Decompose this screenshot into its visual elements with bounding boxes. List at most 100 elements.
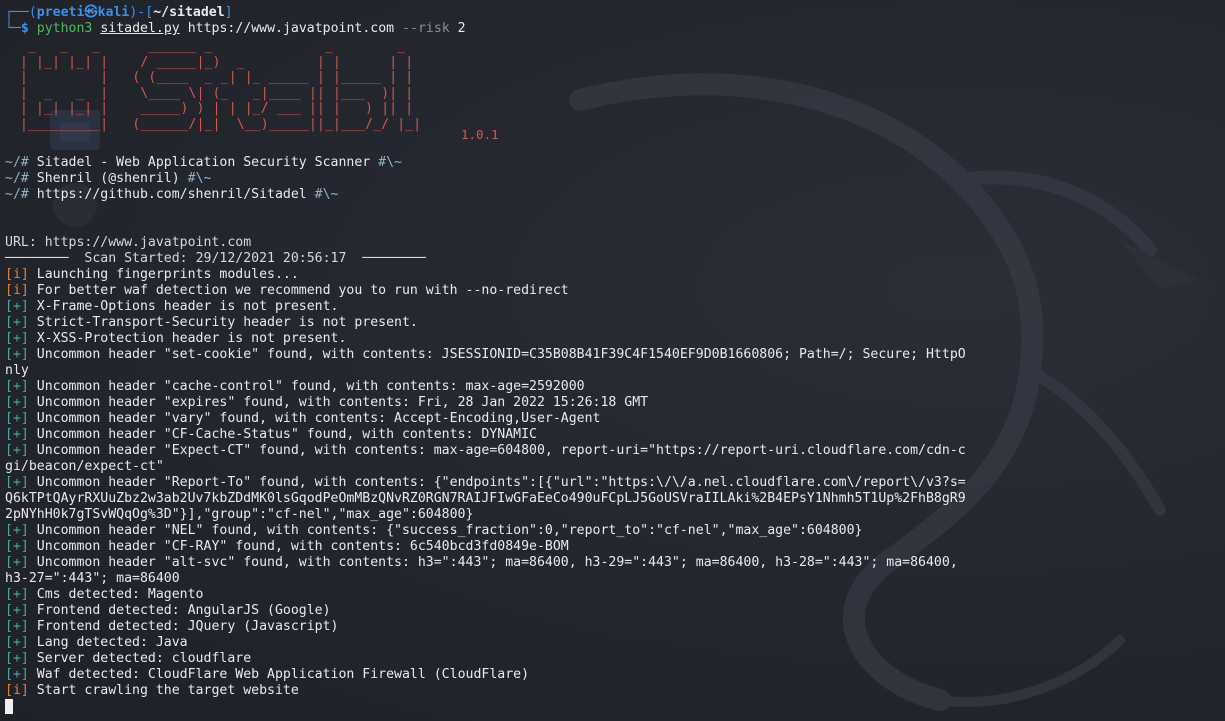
log-text: X-Frame-Options header is not present. [28,299,339,314]
log-line: [i] Start crawling the target website [5,683,1220,699]
scan-url-value: https://www.javatpoint.com [44,235,252,250]
info-prefix: ~/# [5,187,37,202]
log-line: 2pNYhH0k7gTSvWQqOg%3D"}],"group":"cf-nel… [5,507,1220,523]
log-tag: [+] [5,651,29,666]
prompt-header-line: ┌──(preeti㉿kali)-[~/sitadel] [5,5,1220,21]
log-text: h3-27=":443"; ma=86400 [5,571,180,586]
scan-started-line: ──────── Scan Started: 29/12/2021 20:56:… [5,251,1220,267]
info-text: Sitadel - Web Application Security Scann… [36,155,371,170]
log-tag: [+] [5,587,29,602]
log-tag: [+] [5,427,29,442]
log-line: [+] Uncommon header "set-cookie" found, … [5,347,1220,363]
info-line: ~/# Shenril (@shenril) #\~ [5,171,1220,187]
log-line: h3-27=":443"; ma=86400 [5,571,1220,587]
log-line: [i] For better waf detection we recommen… [5,283,1220,299]
prompt-close: ] [224,5,233,20]
log-line: [+] Frontend detected: JQuery (Javascrip… [5,619,1220,635]
log-tag: [+] [5,411,29,426]
divider-right: ──────── [362,251,426,266]
log-text: Uncommon header "cache-control" found, w… [28,379,585,394]
log-line: gi/beacon/expect-ct" [5,459,1220,475]
log-line: [+] Waf detected: CloudFlare Web Applica… [5,667,1220,683]
log-text: 2pNYhH0k7gTSvWQqOg%3D"}],"group":"cf-nel… [5,507,474,522]
cursor-line [5,699,1220,715]
prompt-corner-bottom: └─ [5,21,21,36]
log-line: [+] Uncommon header "cache-control" foun… [5,379,1220,395]
log-line: [+] Lang detected: Java [5,635,1220,651]
log-text: Uncommon header "Expect-CT" found, with … [28,443,966,458]
log-tag: [+] [5,315,29,330]
log-tag: [+] [5,619,29,634]
log-text: Server detected: cloudflare [28,651,252,666]
log-tag: [+] [5,635,29,650]
log-text: nly [5,363,29,378]
info-prefix: ~/# [5,171,37,186]
sitadel-ascii-banner: _ _ _ ______ _ _ _ | |_| |_| | / _____|_… [20,39,1220,151]
info-text: https://github.com/shenril/Sitadel [36,187,307,202]
log-text: Start crawling the target website [28,683,299,698]
scan-url-line: URL: https://www.javatpoint.com [5,235,1220,251]
log-text: Uncommon header "vary" found, with conte… [28,411,601,426]
log-tag: [+] [5,299,29,314]
log-line: [+] Uncommon header "expires" found, wit… [5,395,1220,411]
log-text: Frontend detected: JQuery (Javascript) [28,619,339,634]
log-text: Q6kTPtQAyrRXUuZbz2w3ab2Uv7kbZDdMK0lsGqod… [5,491,966,506]
log-line: [i] Launching fingerprints modules... [5,267,1220,283]
prompt-sep: )-[ [129,5,154,20]
log-line: [+] Uncommon header "CF-RAY" found, with… [5,539,1220,555]
prompt-host: kali [97,5,130,20]
log-tag: [+] [5,347,29,362]
command-url-arg: https://www.javatpoint.com [187,21,395,36]
log-text: X-XSS-Protection header is not present. [28,331,347,346]
log-tag: [+] [5,523,29,538]
log-text: Uncommon header "CF-RAY" found, with con… [28,539,569,554]
log-text: Launching fingerprints modules... [28,267,299,282]
log-text: Uncommon header "alt-svc" found, with co… [28,555,958,570]
log-text: Uncommon header "NEL" found, with conten… [28,523,863,538]
log-line: Q6kTPtQAyrRXUuZbz2w3ab2Uv7kbZDdMK0lsGqod… [5,491,1220,507]
log-tag: [+] [5,475,29,490]
prompt-corner: ┌──( [5,5,37,20]
command-name: python3 [36,21,93,36]
log-tag: [+] [5,539,29,554]
log-line: [+] Cms detected: Magento [5,587,1220,603]
command-script: sitadel.py [100,21,180,36]
terminal-window[interactable]: ┌──(preeti㉿kali)-[~/sitadel] └─$ python3… [0,0,1225,721]
terminal-cursor [5,699,13,714]
log-tag: [+] [5,379,29,394]
log-tag: [+] [5,443,29,458]
log-text: Uncommon header "set-cookie" found, with… [28,347,966,362]
prompt-dollar: $ [20,21,29,36]
log-text: Uncommon header "Report-To" found, with … [28,475,966,490]
log-text: Lang detected: Java [28,635,188,650]
log-tag: [+] [5,555,29,570]
log-line: [+] Uncommon header "vary" found, with c… [5,411,1220,427]
log-tag: [i] [5,683,29,698]
log-line: [+] X-Frame-Options header is not presen… [5,299,1220,315]
log-text: Frontend detected: AngularJS (Google) [28,603,331,618]
log-lines: [i] Launching fingerprints modules... [i]… [5,267,1220,699]
log-tag: [+] [5,603,29,618]
info-lines: ~/# Sitadel - Web Application Security S… [5,155,1220,203]
log-text: gi/beacon/expect-ct" [5,459,164,474]
info-suffix: #\~ [306,187,339,202]
log-tag: [i] [5,283,29,298]
terminal-output: ┌──(preeti㉿kali)-[~/sitadel] └─$ python3… [5,5,1220,715]
log-text: Cms detected: Magento [28,587,204,602]
log-line: [+] Uncommon header "CF-Cache-Status" fo… [5,427,1220,443]
log-line: nly [5,363,1220,379]
log-tag: [+] [5,331,29,346]
prompt-user: preeti [36,5,85,20]
scan-url-label: URL: [5,235,45,250]
log-tag: [+] [5,395,29,410]
command-flag-value: 2 [457,21,466,36]
command-flag: --risk [402,21,450,36]
divider-left: ──────── [5,251,69,266]
info-suffix: #\~ [370,155,402,170]
prompt-at-icon: ㉿ [84,5,98,20]
log-line: [+] Uncommon header "Expect-CT" found, w… [5,443,1220,459]
log-text: Uncommon header "CF-Cache-Status" found,… [28,427,537,442]
log-tag: [+] [5,667,29,682]
